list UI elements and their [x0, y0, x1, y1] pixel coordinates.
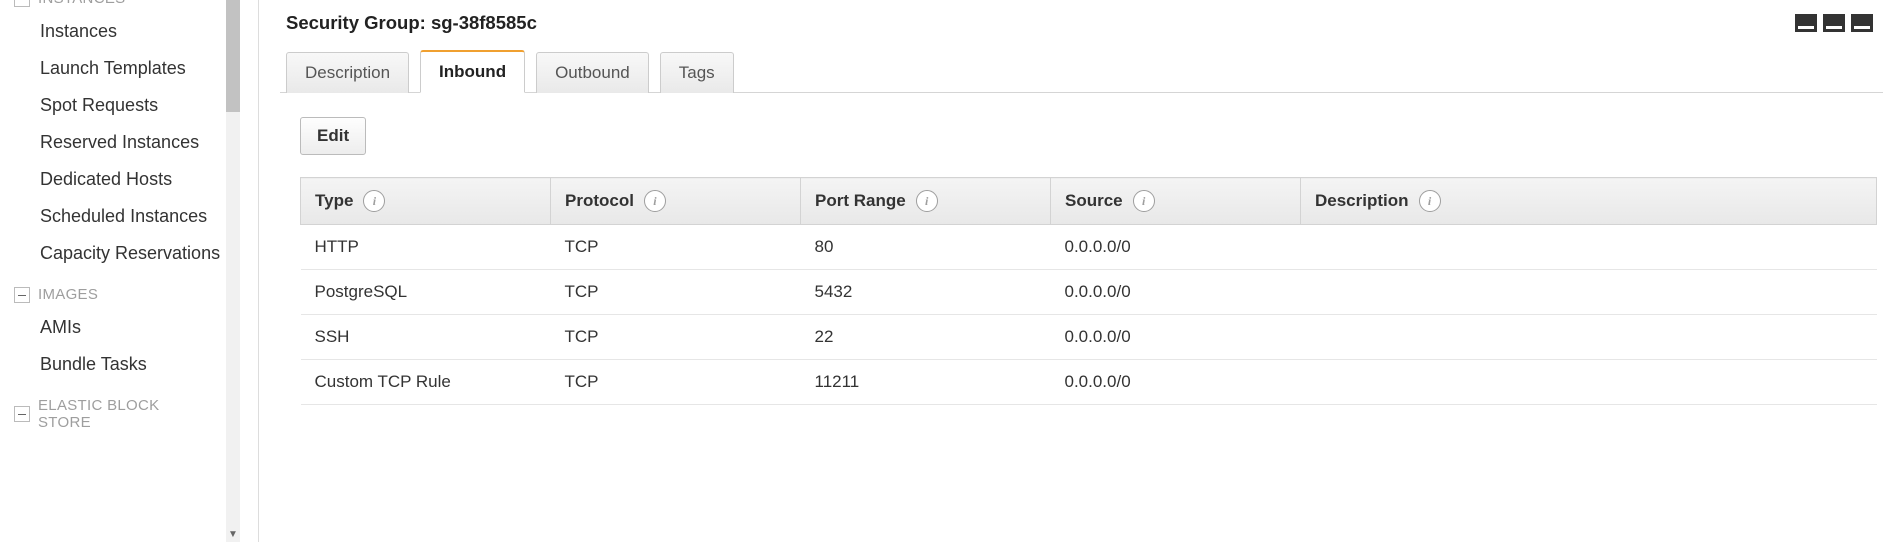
restore-panel-icon[interactable] — [1823, 14, 1845, 32]
cell-source: 0.0.0.0/0 — [1051, 360, 1301, 405]
sidebar-item-bundle-tasks[interactable]: Bundle Tasks — [40, 346, 240, 383]
sidebar-item-launch-templates[interactable]: Launch Templates — [40, 50, 240, 87]
tabs: Description Inbound Outbound Tags — [280, 50, 1883, 93]
sidebar-item-reserved-instances[interactable]: Reserved Instances — [40, 124, 240, 161]
cell-port: 80 — [801, 225, 1051, 270]
collapse-icon[interactable] — [14, 0, 30, 7]
table-row[interactable]: Custom TCP Rule TCP 11211 0.0.0.0/0 — [301, 360, 1877, 405]
col-description-label: Description — [1315, 191, 1409, 211]
cell-description — [1301, 360, 1877, 405]
collapse-icon[interactable] — [14, 287, 30, 303]
collapse-icon[interactable] — [14, 406, 30, 422]
info-icon[interactable]: i — [644, 190, 666, 212]
tab-tags[interactable]: Tags — [660, 52, 734, 93]
info-icon[interactable]: i — [1419, 190, 1441, 212]
info-icon[interactable]: i — [916, 190, 938, 212]
col-protocol-label: Protocol — [565, 191, 634, 211]
col-type-label: Type — [315, 191, 353, 211]
cell-source: 0.0.0.0/0 — [1051, 225, 1301, 270]
vertical-divider — [258, 0, 259, 542]
nav-section-header-ebs[interactable]: ELASTIC BLOCK STORE — [14, 397, 240, 431]
table-header-row: Typei Protocoli Port Rangei Sourcei Desc… — [301, 178, 1877, 225]
sidebar-item-dedicated-hosts[interactable]: Dedicated Hosts — [40, 161, 240, 198]
sidebar-item-spot-requests[interactable]: Spot Requests — [40, 87, 240, 124]
rules-table: Typei Protocoli Port Rangei Sourcei Desc… — [300, 177, 1877, 405]
cell-protocol: TCP — [551, 315, 801, 360]
cell-type: Custom TCP Rule — [301, 360, 551, 405]
cell-port: 22 — [801, 315, 1051, 360]
nav-section-header-instances[interactable]: INSTANCES — [14, 0, 240, 7]
sidebar-item-capacity-reservations[interactable]: Capacity Reservations — [40, 235, 240, 272]
col-source-label: Source — [1065, 191, 1123, 211]
col-port-range-label: Port Range — [815, 191, 906, 211]
sidebar: ▼ INSTANCES Instances Launch Templates S… — [0, 0, 240, 542]
main-panel: Security Group: sg-38f8585c Description … — [280, 0, 1883, 542]
table-row[interactable]: HTTP TCP 80 0.0.0.0/0 — [301, 225, 1877, 270]
cell-port: 5432 — [801, 270, 1051, 315]
scrollbar-thumb[interactable] — [226, 0, 240, 112]
tab-outbound[interactable]: Outbound — [536, 52, 649, 93]
table-row[interactable]: SSH TCP 22 0.0.0.0/0 — [301, 315, 1877, 360]
cell-protocol: TCP — [551, 360, 801, 405]
sidebar-item-instances[interactable]: Instances — [40, 13, 240, 50]
cell-type: PostgreSQL — [301, 270, 551, 315]
col-protocol: Protocol i — [551, 178, 801, 225]
col-port-range: Port Range i — [801, 178, 1051, 225]
cell-type: SSH — [301, 315, 551, 360]
info-icon[interactable]: i — [363, 190, 385, 212]
minimize-panel-icon[interactable] — [1795, 14, 1817, 32]
col-description: Description i — [1301, 178, 1877, 225]
nav-section-title: IMAGES — [38, 286, 98, 303]
cell-source: 0.0.0.0/0 — [1051, 315, 1301, 360]
cell-port: 11211 — [801, 360, 1051, 405]
panel-title-row: Security Group: sg-38f8585c — [280, 0, 1883, 50]
scrollbar-down-arrow[interactable]: ▼ — [226, 528, 240, 542]
col-type: Typei — [301, 178, 551, 225]
cell-description — [1301, 315, 1877, 360]
sidebar-item-amis[interactable]: AMIs — [40, 309, 240, 346]
info-icon[interactable]: i — [1133, 190, 1155, 212]
cell-source: 0.0.0.0/0 — [1051, 270, 1301, 315]
cell-protocol: TCP — [551, 270, 801, 315]
nav-section-header-images[interactable]: IMAGES — [14, 286, 240, 303]
edit-button[interactable]: Edit — [300, 117, 366, 155]
table-row[interactable]: PostgreSQL TCP 5432 0.0.0.0/0 — [301, 270, 1877, 315]
tab-description[interactable]: Description — [286, 52, 409, 93]
cell-protocol: TCP — [551, 225, 801, 270]
panel-title: Security Group: sg-38f8585c — [286, 12, 537, 34]
tab-content-inbound: Edit Typei Protocoli Port Rangei Sourcei… — [280, 93, 1883, 405]
cell-description — [1301, 270, 1877, 315]
col-source: Sourcei — [1051, 178, 1301, 225]
cell-type: HTTP — [301, 225, 551, 270]
sidebar-item-scheduled-instances[interactable]: Scheduled Instances — [40, 198, 240, 235]
tab-inbound[interactable]: Inbound — [420, 50, 525, 93]
nav-section-title: INSTANCES — [38, 0, 125, 7]
nav-section-title: ELASTIC BLOCK STORE — [38, 397, 178, 431]
cell-description — [1301, 225, 1877, 270]
maximize-panel-icon[interactable] — [1851, 14, 1873, 32]
